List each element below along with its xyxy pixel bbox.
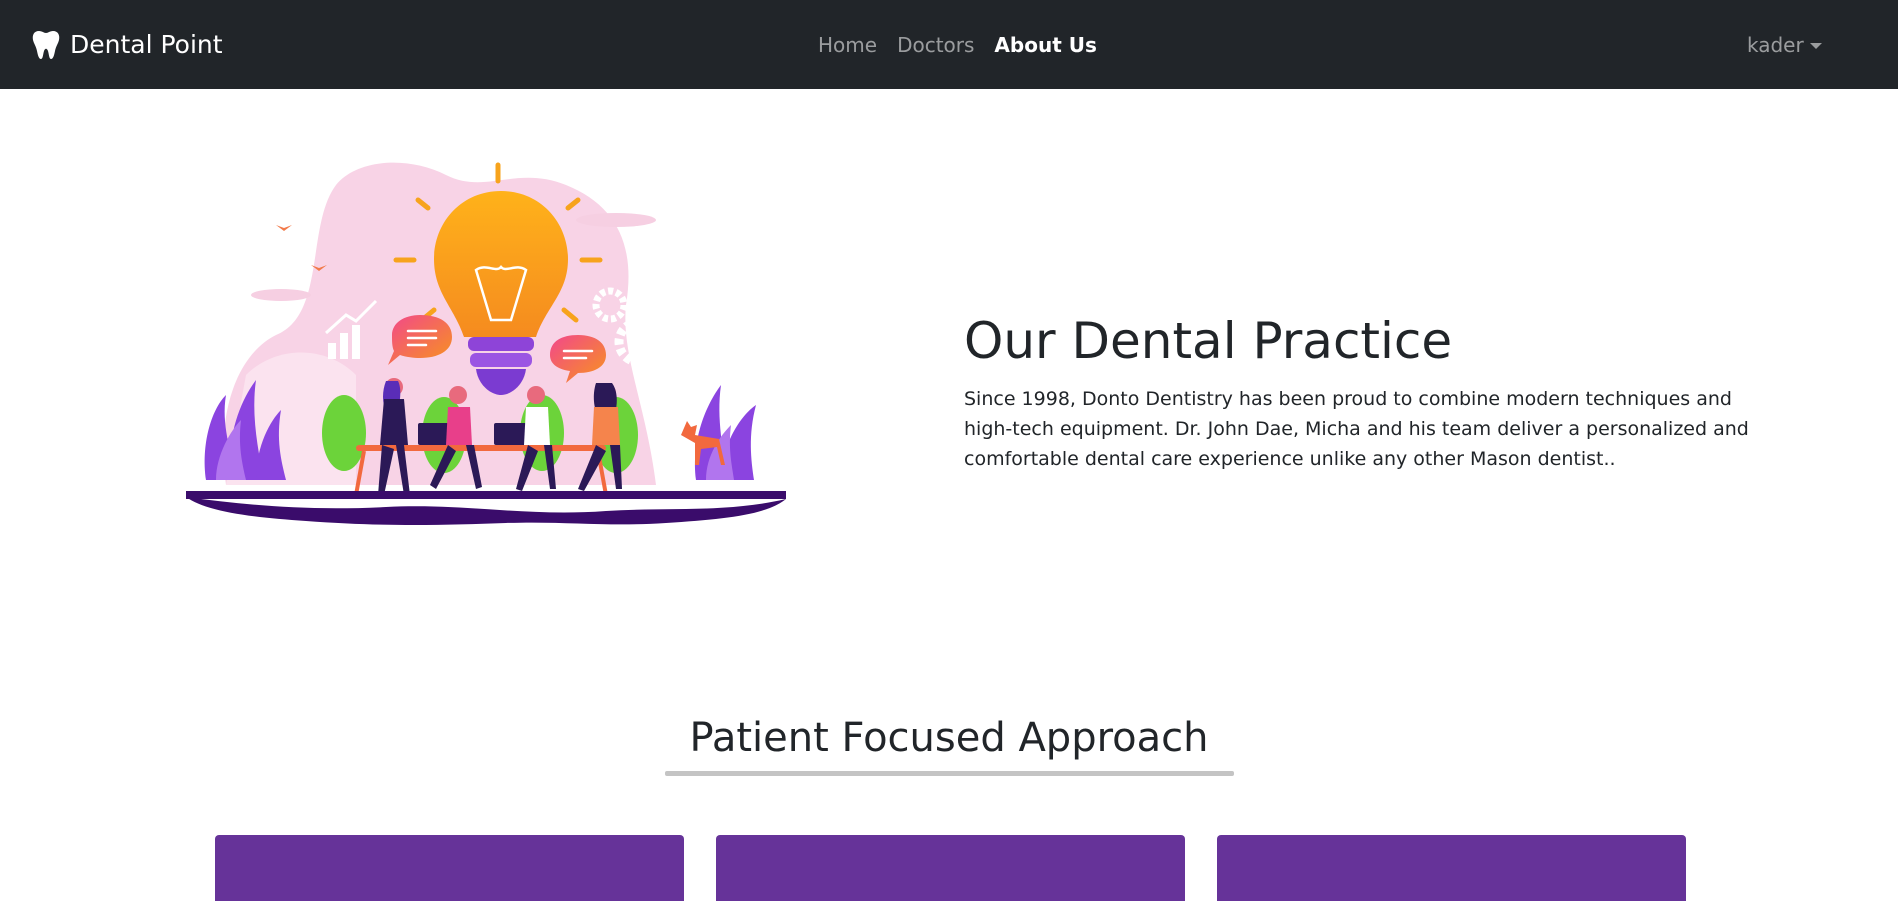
approach-card: [215, 835, 684, 901]
user-name: kader: [1747, 32, 1804, 57]
nav-doctors-link[interactable]: Doctors: [897, 33, 974, 57]
section-title-underline: [665, 771, 1234, 776]
tooth-icon: [32, 30, 60, 59]
nav-links: Home Doctors About Us: [818, 0, 1097, 89]
approach-cards: [215, 835, 1686, 901]
brand-link[interactable]: Dental Point: [32, 0, 223, 89]
hero-description: Since 1998, Donto Dentistry has been pro…: [964, 388, 1749, 470]
caret-down-icon: [1809, 42, 1822, 49]
top-navbar: Dental Point Home Doctors About Us kader: [0, 0, 1898, 89]
user-dropdown-toggle[interactable]: kader: [1747, 0, 1822, 89]
approach-card: [1217, 835, 1686, 901]
team-lightbulb-illustration: [186, 162, 786, 525]
nav-about-link[interactable]: About Us: [994, 33, 1096, 57]
nav-home-link[interactable]: Home: [818, 33, 877, 57]
approach-card: [716, 835, 1185, 901]
brand-name: Dental Point: [70, 30, 223, 59]
section-title: Patient Focused Approach: [689, 715, 1209, 761]
hero-title: Our Dental Practice: [964, 312, 1453, 370]
